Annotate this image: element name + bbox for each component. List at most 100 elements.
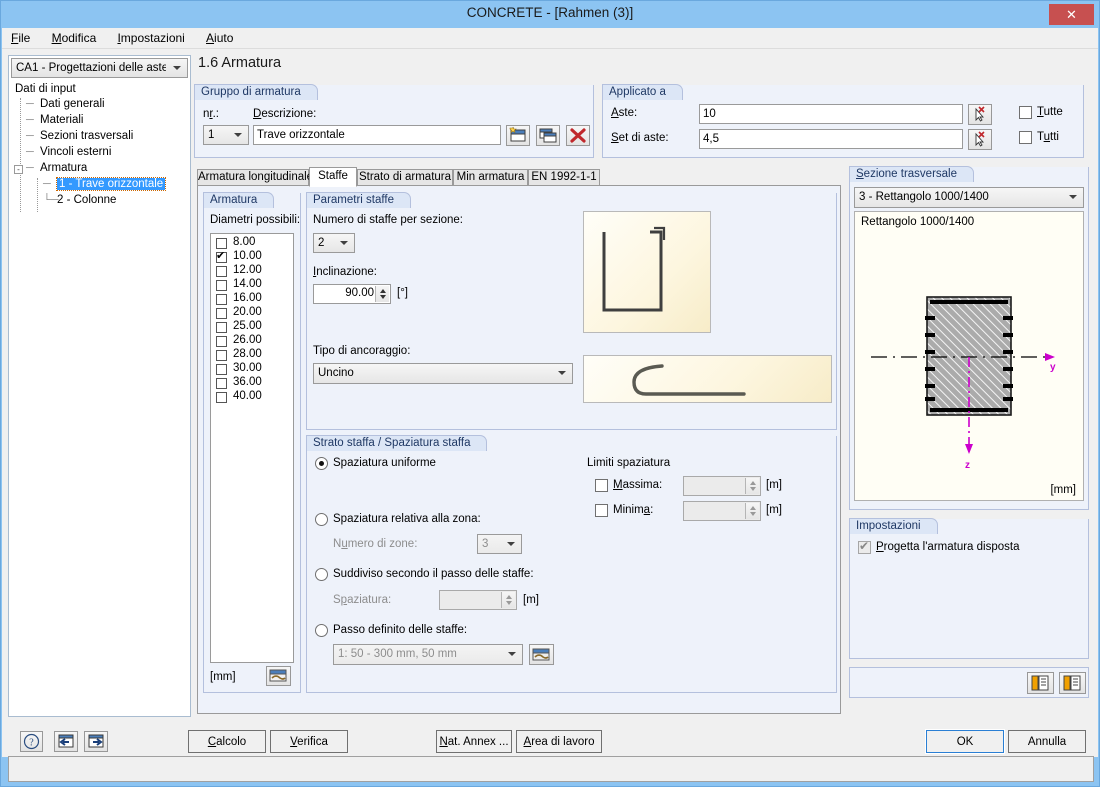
area-di-lavoro-button[interactable]: Area di lavoro <box>516 730 602 753</box>
tab-min-armatura[interactable]: Min armatura <box>453 169 528 186</box>
cross-section-combo[interactable]: 3 - Rettangolo 1000/1400 <box>854 187 1084 208</box>
list-item[interactable]: 40.00 <box>214 390 290 405</box>
sidebar-item-armatura[interactable]: ─ Armatura <box>26 162 87 174</box>
close-icon[interactable]: ✕ <box>1049 4 1094 25</box>
list-item[interactable]: 10.00 <box>214 249 290 265</box>
inclination-spinner[interactable]: 90.00 <box>313 284 391 304</box>
spin-down-icon[interactable] <box>506 601 512 605</box>
spin-down-icon[interactable] <box>750 487 756 491</box>
copy-window-icon[interactable] <box>536 125 560 146</box>
diameter-checkbox[interactable] <box>216 280 227 291</box>
tree-root-label[interactable]: Dati di input <box>15 83 76 95</box>
diameters-listbox[interactable]: 8.00 10.00 12.00 14.00 16.00 20.00 25.00… <box>210 233 294 663</box>
diameter-checkbox[interactable] <box>216 364 227 375</box>
menu-file[interactable]: File <box>2 28 39 47</box>
spacing-value-spinner[interactable] <box>439 590 517 610</box>
spin-up-icon[interactable] <box>750 506 756 510</box>
sidebar-item-colonne[interactable]: └─2 - Colonne <box>43 194 116 206</box>
tutti-checkbox[interactable] <box>1019 131 1032 144</box>
units-settings-icon[interactable] <box>266 666 291 686</box>
diameter-checkbox[interactable] <box>216 249 227 263</box>
spacing-spin-buttons[interactable] <box>501 592 515 608</box>
list-item[interactable]: 25.00 <box>214 320 290 335</box>
list-item[interactable]: 16.00 <box>214 292 290 307</box>
tab-armatura-longitudinale[interactable]: Armatura longitudinale <box>197 169 313 186</box>
list-item[interactable]: 20.00 <box>214 306 290 321</box>
view-details-icon[interactable] <box>1027 672 1054 694</box>
help-question-icon[interactable]: ? <box>20 731 43 752</box>
inclination-spin-buttons[interactable] <box>375 286 389 302</box>
anchor-type-combo[interactable]: Uncino <box>313 363 573 384</box>
spin-down-icon[interactable] <box>750 512 756 516</box>
diameter-checkbox[interactable] <box>216 322 227 333</box>
diameter-checkbox[interactable] <box>216 294 227 305</box>
cancel-button[interactable]: Annulla <box>1008 730 1086 753</box>
diameter-checkbox[interactable] <box>216 392 227 403</box>
radio-passo-definito[interactable] <box>315 624 328 637</box>
list-item[interactable]: 14.00 <box>214 278 290 293</box>
min-limit-checkbox[interactable] <box>595 504 608 517</box>
pick-members-icon[interactable] <box>968 104 992 125</box>
description-input[interactable] <box>253 125 501 145</box>
min-spin-buttons[interactable] <box>745 503 759 519</box>
set-aste-input[interactable] <box>699 129 963 149</box>
sidebar-item-vincoli-esterni[interactable]: ─ Vincoli esterni <box>26 146 111 158</box>
radio-spaziatura-zona[interactable] <box>315 513 328 526</box>
tab-en-1992-1-1[interactable]: EN 1992-1-1 <box>528 169 600 186</box>
diameter-checkbox[interactable] <box>216 266 227 277</box>
min-limit-spinner[interactable] <box>683 501 761 521</box>
diameter-value: 12.00 <box>233 264 262 276</box>
list-item[interactable]: 12.00 <box>214 264 290 279</box>
menu-aiuto[interactable]: Aiuto <box>197 28 242 47</box>
diameter-checkbox[interactable] <box>216 336 227 347</box>
menu-impostazioni[interactable]: Impostazioni <box>108 28 193 47</box>
spin-up-icon[interactable] <box>380 289 386 293</box>
delete-red-x-icon[interactable] <box>566 125 590 146</box>
radio-suddiviso-passo[interactable] <box>315 568 328 581</box>
diameter-checkbox[interactable] <box>216 238 227 249</box>
list-item[interactable]: 8.00 <box>214 236 290 251</box>
max-limit-checkbox[interactable] <box>595 479 608 492</box>
pick-memberset-icon[interactable] <box>968 129 992 150</box>
list-item[interactable]: 28.00 <box>214 348 290 363</box>
ok-button[interactable]: OK <box>925 729 1005 754</box>
menu-modifica[interactable]: Modifica <box>43 28 106 47</box>
tutte-checkbox[interactable] <box>1019 106 1032 119</box>
progetta-armatura-checkbox[interactable] <box>858 539 871 554</box>
next-arrow-icon[interactable] <box>84 731 108 752</box>
edit-pattern-icon[interactable] <box>529 644 554 665</box>
diameter-checkbox[interactable] <box>216 350 227 361</box>
diameter-checkbox[interactable] <box>216 378 227 389</box>
sidebar-item-sezioni-trasversali[interactable]: ─ Sezioni trasversali <box>26 130 133 142</box>
aste-input[interactable] <box>699 104 963 124</box>
verifica-button[interactable]: Verifica <box>270 730 348 753</box>
previous-arrow-icon[interactable] <box>54 731 78 752</box>
sidebar-item-dati-generali[interactable]: ─ Dati generali <box>26 98 105 110</box>
calcolo-button[interactable]: Calcolo <box>188 730 266 753</box>
list-item[interactable]: 36.00 <box>214 376 290 391</box>
diameter-checkbox[interactable] <box>216 308 227 319</box>
cross-section-drawing[interactable]: Rettangolo 1000/1400 [mm] y z <box>854 211 1084 501</box>
zones-combo[interactable]: 3 <box>477 534 522 554</box>
tab-strato-di-armatura[interactable]: Strato di armatura <box>357 169 453 186</box>
list-item[interactable]: 30.00 <box>214 362 290 377</box>
nat-annex-button[interactable]: Nat. Annex ... <box>436 730 512 753</box>
navigator-module-combo[interactable]: CA1 - Progettazioni delle aste di <box>11 58 188 78</box>
view-details-alt-icon[interactable] <box>1059 672 1086 694</box>
spin-up-icon[interactable] <box>506 595 512 599</box>
max-limit-spinner[interactable] <box>683 476 761 496</box>
sidebar-item-materiali[interactable]: ─ Materiali <box>26 114 83 126</box>
reinforcement-group-nr-combo[interactable]: 1 <box>203 125 249 145</box>
tab-staffe[interactable]: Staffe <box>309 167 357 187</box>
sidebar-item-trave-orizzontale[interactable]: ─ 1 - Trave orizzontale <box>43 177 167 191</box>
new-window-icon[interactable] <box>506 125 530 146</box>
list-item[interactable]: 26.00 <box>214 334 290 349</box>
pattern-combo[interactable]: 1: 50 - 300 mm, 50 mm <box>333 644 523 665</box>
radio-spaziatura-uniforme[interactable] <box>315 457 328 470</box>
stirrup-count-combo[interactable]: 2 <box>313 233 355 253</box>
tree-expander-armatura[interactable]: - <box>14 165 23 174</box>
settings-box: Impostazioni Progetta l'armatura dispost… <box>849 518 1089 659</box>
max-spin-buttons[interactable] <box>745 478 759 494</box>
spin-up-icon[interactable] <box>750 481 756 485</box>
spin-down-icon[interactable] <box>380 295 386 299</box>
